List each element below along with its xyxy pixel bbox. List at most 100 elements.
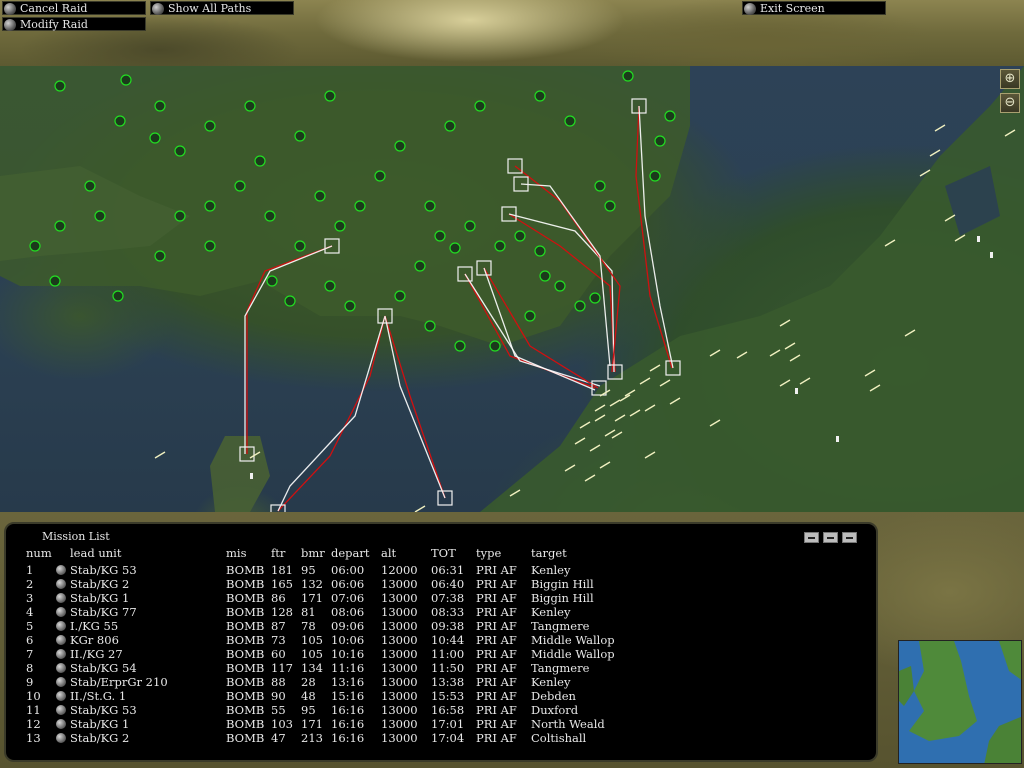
cell-mis: BOMB <box>226 717 265 731</box>
cell-type: PRI AF <box>476 633 517 647</box>
cell-target: Biggin Hill <box>531 577 594 591</box>
cell-depart: 10:16 <box>331 647 365 661</box>
header-type[interactable]: type <box>476 546 501 560</box>
button-knob-icon <box>4 19 16 31</box>
mission-row[interactable]: 3 Stab/KG 1 BOMB 86 171 07:06 13000 07:38 PRI AF… <box>6 591 876 605</box>
minimize-button[interactable] <box>804 532 819 543</box>
cell-bmr: 48 <box>301 689 316 703</box>
cell-depart: 11:16 <box>331 661 365 675</box>
cell-alt: 13000 <box>381 717 418 731</box>
cell-lead-unit: Stab/ErprGr 210 <box>70 675 168 689</box>
mission-status-icon <box>56 663 66 673</box>
header-tot[interactable]: TOT <box>431 546 456 560</box>
cell-tot: 08:33 <box>431 605 465 619</box>
cell-alt: 13000 <box>381 605 418 619</box>
map-overlay <box>0 66 1024 512</box>
cell-alt: 13000 <box>381 633 418 647</box>
header-depart[interactable]: depart <box>331 546 370 560</box>
header-bmr[interactable]: bmr <box>301 546 325 560</box>
mission-status-icon <box>56 565 66 575</box>
cell-target: Tangmere <box>531 661 590 675</box>
strategic-map[interactable]: ⊕ ⊖ <box>0 66 1024 512</box>
mission-row[interactable]: 13 Stab/KG 2 BOMB 47 213 16:16 13000 17:04 PRI A… <box>6 731 876 745</box>
show-all-paths-label: Show All Paths <box>168 2 252 15</box>
header-lead-unit[interactable]: lead unit <box>70 546 121 560</box>
mission-row[interactable]: 11 Stab/KG 53 BOMB 55 95 16:16 13000 16:58 PRI A… <box>6 703 876 717</box>
button-knob-icon <box>152 3 164 15</box>
cell-ftr: 181 <box>271 563 293 577</box>
cell-tot: 16:58 <box>431 703 465 717</box>
cell-type: PRI AF <box>476 605 517 619</box>
cell-alt: 13000 <box>381 703 418 717</box>
mission-row[interactable]: 8 Stab/KG 54 BOMB 117 134 11:16 13000 11:50 PRI … <box>6 661 876 675</box>
header-num[interactable]: num <box>26 546 52 560</box>
cell-tot: 17:04 <box>431 731 465 745</box>
cell-bmr: 81 <box>301 605 316 619</box>
zoom-out-button[interactable]: ⊖ <box>1000 93 1020 113</box>
button-knob-icon <box>4 3 16 15</box>
zoom-in-button[interactable]: ⊕ <box>1000 69 1020 89</box>
bottom-panel: Mission List num lead unit mis ftr bmr d… <box>0 512 1024 768</box>
cell-alt: 13000 <box>381 689 418 703</box>
mission-row[interactable]: 2 Stab/KG 2 BOMB 165 132 06:06 13000 06:40 PRI A… <box>6 577 876 591</box>
mission-row[interactable]: 10 II./St.G. 1 BOMB 90 48 15:16 13000 15:53 PRI … <box>6 689 876 703</box>
cell-alt: 13000 <box>381 577 418 591</box>
cell-bmr: 132 <box>301 577 323 591</box>
mission-row[interactable]: 4 Stab/KG 77 BOMB 128 81 08:06 13000 08:33 PRI A… <box>6 605 876 619</box>
mission-row[interactable]: 1 Stab/KG 53 BOMB 181 95 06:00 12000 06:31 PRI A… <box>6 563 876 577</box>
maximize-button[interactable] <box>842 532 857 543</box>
cell-ftr: 86 <box>271 591 286 605</box>
mission-list-rows: 1 Stab/KG 53 BOMB 181 95 06:00 12000 06:31 PRI A… <box>6 563 876 745</box>
modify-raid-button[interactable]: Modify Raid <box>2 17 146 31</box>
cell-lead-unit: Stab/KG 2 <box>70 731 130 745</box>
cell-ftr: 128 <box>271 605 293 619</box>
cell-target: North Weald <box>531 717 605 731</box>
header-ftr[interactable]: ftr <box>271 546 285 560</box>
mission-row[interactable]: 5 I./KG 55 BOMB 87 78 09:06 13000 09:38 PRI AF Ta… <box>6 619 876 633</box>
mission-status-icon <box>56 593 66 603</box>
mission-row[interactable]: 12 Stab/KG 1 BOMB 103 171 16:16 13000 17:01 PRI … <box>6 717 876 731</box>
exit-screen-button[interactable]: Exit Screen <box>742 1 886 15</box>
minimap[interactable] <box>898 640 1022 764</box>
cell-ftr: 55 <box>271 703 286 717</box>
cell-lead-unit: Stab/KG 53 <box>70 703 137 717</box>
cell-mis: BOMB <box>226 577 265 591</box>
cell-mis: BOMB <box>226 675 265 689</box>
mission-row[interactable]: 7 II./KG 27 BOMB 60 105 10:16 13000 11:00 PRI AF… <box>6 647 876 661</box>
cell-tot: 11:50 <box>431 661 465 675</box>
cell-tot: 09:38 <box>431 619 465 633</box>
cell-target: Kenley <box>531 563 571 577</box>
cell-tot: 17:01 <box>431 717 465 731</box>
button-knob-icon <box>744 3 756 15</box>
cell-lead-unit: Stab/KG 1 <box>70 591 130 605</box>
cell-type: PRI AF <box>476 619 517 633</box>
cell-ftr: 88 <box>271 675 286 689</box>
show-all-paths-button[interactable]: Show All Paths <box>150 1 294 15</box>
cell-target: Kenley <box>531 675 571 689</box>
mission-row[interactable]: 6 KGr 806 BOMB 73 105 10:06 13000 10:44 PRI AF Mi… <box>6 633 876 647</box>
restore-button[interactable] <box>823 532 838 543</box>
cell-type: PRI AF <box>476 675 517 689</box>
header-target[interactable]: target <box>531 546 567 560</box>
header-alt[interactable]: alt <box>381 546 396 560</box>
cell-bmr: 105 <box>301 633 323 647</box>
cell-depart: 16:16 <box>331 717 365 731</box>
cell-lead-unit: Stab/KG 2 <box>70 577 130 591</box>
cell-depart: 06:06 <box>331 577 365 591</box>
cell-lead-unit: II./St.G. 1 <box>70 689 127 703</box>
zoom-out-icon: ⊖ <box>1004 95 1016 110</box>
cell-num: 3 <box>26 591 34 605</box>
modify-raid-label: Modify Raid <box>20 18 88 31</box>
cell-mis: BOMB <box>226 563 265 577</box>
cell-alt: 13000 <box>381 647 418 661</box>
cell-bmr: 95 <box>301 563 316 577</box>
mission-status-icon <box>56 691 66 701</box>
cell-target: Tangmere <box>531 619 590 633</box>
cancel-raid-button[interactable]: Cancel Raid <box>2 1 146 15</box>
cell-mis: BOMB <box>226 591 265 605</box>
cell-depart: 13:16 <box>331 675 365 689</box>
cell-type: PRI AF <box>476 577 517 591</box>
zoom-in-icon: ⊕ <box>1004 71 1016 86</box>
header-mis[interactable]: mis <box>226 546 246 560</box>
mission-row[interactable]: 9 Stab/ErprGr 210 BOMB 88 28 13:16 13000 13:38 P… <box>6 675 876 689</box>
